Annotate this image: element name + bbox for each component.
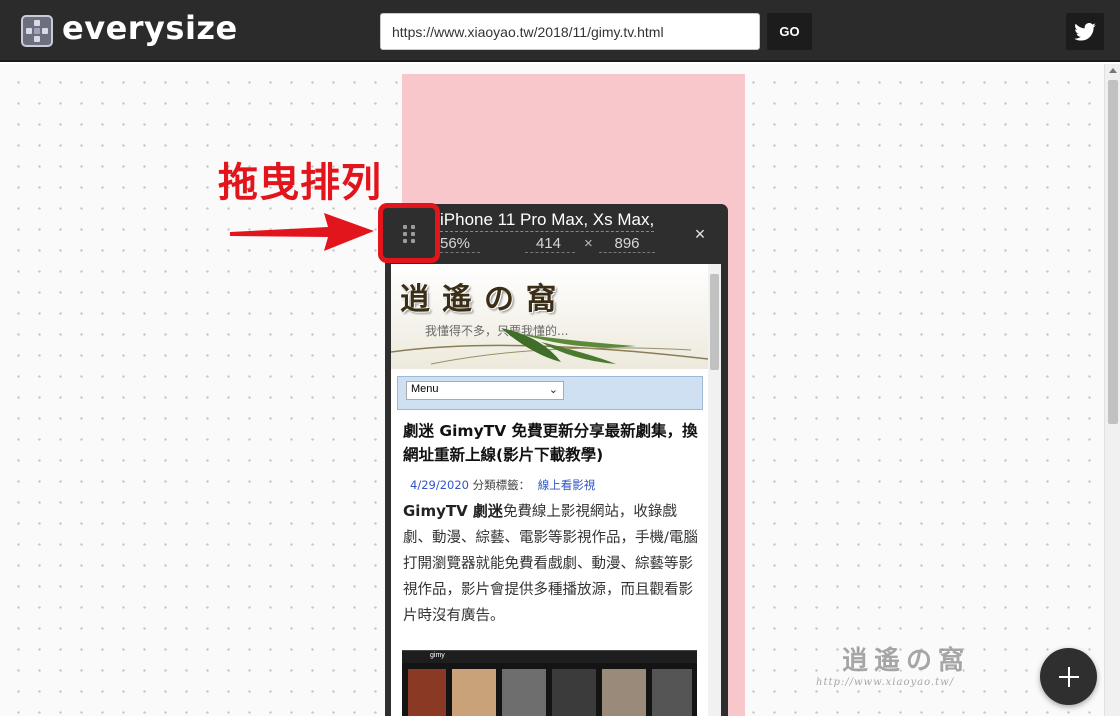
device-height[interactable]: 896 <box>599 235 655 253</box>
scroll-up-icon[interactable] <box>1109 68 1117 73</box>
plus-icon <box>1058 666 1079 687</box>
device-preview: iPhone 11 Pro Max, Xs Max, 56% 414 × 896… <box>385 204 728 716</box>
go-button[interactable]: GO <box>767 13 812 50</box>
chevron-down-icon: ⌄ <box>548 384 558 396</box>
watermark: 逍遙の窩 http://www.xiaoyao.tw/ <box>816 640 970 688</box>
thumbnail-tile <box>408 669 446 716</box>
grid-move-icon[interactable] <box>21 15 53 47</box>
device-scrollbar[interactable] <box>708 264 721 716</box>
close-device-button[interactable]: × <box>689 223 711 245</box>
twitter-icon <box>1074 22 1096 41</box>
watermark-url: http://www.xiaoyao.tw/ <box>816 677 955 688</box>
site-logo[interactable]: 逍遙の窩 <box>400 274 598 317</box>
post-body: GimyTV 劇迷免費線上影視網站，收錄戲劇、動漫、綜藝、電影等影視作品，手機/… <box>403 498 703 629</box>
twitter-button[interactable] <box>1066 13 1104 50</box>
drag-handle-icon[interactable] <box>378 203 440 263</box>
app-logo-text[interactable]: everysize <box>62 9 238 47</box>
device-width[interactable]: 414 <box>525 235 575 253</box>
add-device-button[interactable] <box>1040 648 1097 705</box>
dimension-separator: × <box>584 235 593 252</box>
menu-select-label: Menu <box>411 383 439 395</box>
post-category-label: 分類標籤： <box>472 478 531 492</box>
site-header: 逍遙の窩 我懂得不多，只要我懂的... <box>391 264 708 369</box>
thumbnail-tile <box>602 669 646 716</box>
post-category-link[interactable]: 線上看影視 <box>538 478 596 492</box>
post-title[interactable]: 劇迷 GimyTV 免費更新分享最新劇集，換網址重新上線(影片下載教學) <box>403 419 703 467</box>
thumbnail-tile <box>502 669 546 716</box>
page-scroll-thumb[interactable] <box>1108 80 1118 424</box>
watermark-text: 逍遙の窩 <box>842 646 971 676</box>
post-body-text: 免費線上影視網站，收錄戲劇、動漫、綜藝、電影等影視作品，手機/電腦打開瀏覽器就能… <box>403 504 698 624</box>
thumbnail-tile <box>652 669 692 716</box>
red-arrow-icon <box>230 213 374 251</box>
post-thumbnail[interactable]: gimy <box>402 650 697 716</box>
top-bar: everysize GO <box>0 0 1120 62</box>
device-scroll-thumb[interactable] <box>710 274 719 370</box>
post-lead: GimyTV 劇迷 <box>403 502 503 520</box>
thumbnail-navbar: gimy <box>402 651 697 663</box>
menu-select[interactable]: Menu ⌄ <box>406 381 564 400</box>
url-input[interactable] <box>380 13 760 50</box>
post-meta: 4/29/2020 分類標籤： 線上看影視 <box>410 477 595 493</box>
device-screen[interactable]: 逍遙の窩 我懂得不多，只要我懂的... Menu ⌄ 劇迷 GimyTV 免費更… <box>391 264 721 716</box>
bamboo-illustration <box>391 328 708 365</box>
post-date[interactable]: 4/29/2020 <box>410 478 469 492</box>
page-scrollbar[interactable] <box>1104 64 1120 716</box>
device-scale[interactable]: 56% <box>440 235 480 253</box>
thumbnail-tile <box>552 669 596 716</box>
menu-bar: Menu ⌄ <box>397 376 703 410</box>
annotation-label: 拖曳排列 <box>218 160 382 206</box>
device-name[interactable]: iPhone 11 Pro Max, Xs Max, <box>440 210 655 232</box>
thumbnail-logo: gimy <box>430 652 445 659</box>
thumbnail-tile <box>452 669 496 716</box>
